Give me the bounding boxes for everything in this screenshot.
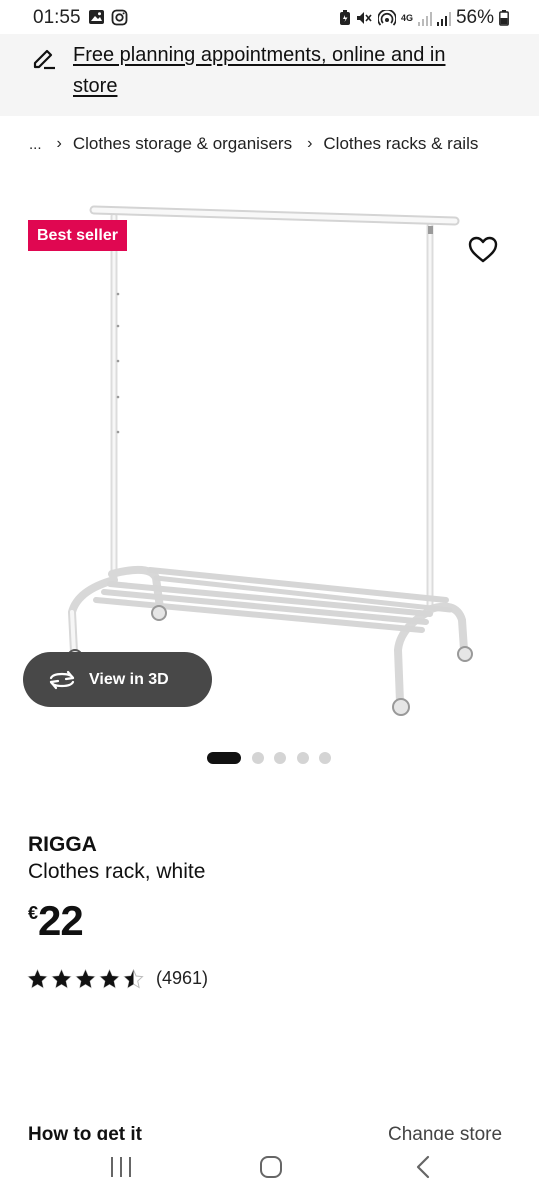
breadcrumb-ellipsis[interactable]: ... bbox=[29, 136, 42, 153]
delivery-section-header: How to get it Change store bbox=[0, 1124, 539, 1140]
star-icon bbox=[27, 968, 48, 989]
star-icon bbox=[51, 968, 72, 989]
heart-icon[interactable] bbox=[466, 233, 500, 265]
star-icon bbox=[75, 968, 96, 989]
rating[interactable]: (4961) bbox=[27, 968, 208, 989]
carousel-dots bbox=[0, 752, 539, 764]
home-icon[interactable] bbox=[259, 1154, 283, 1180]
price-value: 22 bbox=[38, 897, 84, 944]
battery-icon bbox=[499, 10, 509, 26]
breadcrumb-item-clothes-racks[interactable]: Clothes racks & rails bbox=[323, 134, 478, 154]
status-bar: 01:55 4G 56% bbox=[0, 0, 539, 34]
status-time: 01:55 bbox=[33, 7, 81, 28]
hotspot-icon bbox=[377, 10, 396, 26]
back-icon[interactable] bbox=[413, 1154, 433, 1180]
battery-percent: 56% bbox=[455, 7, 494, 28]
system-nav-bar bbox=[0, 1140, 539, 1200]
gallery-icon bbox=[89, 10, 104, 24]
promo-banner[interactable]: Free planning appointments, online and i… bbox=[0, 34, 539, 116]
view-3d-button[interactable]: View in 3D bbox=[23, 652, 212, 707]
best-seller-badge: Best seller bbox=[28, 220, 127, 251]
price-currency: € bbox=[28, 903, 39, 923]
signal-icon-2 bbox=[436, 11, 451, 26]
star-icon bbox=[99, 968, 120, 989]
how-to-get-it-heading: How to get it bbox=[28, 1124, 142, 1140]
product-name: RIGGA bbox=[28, 833, 97, 856]
change-store-link[interactable]: Change store bbox=[388, 1124, 502, 1140]
product-image[interactable] bbox=[0, 190, 539, 730]
review-count[interactable]: (4961) bbox=[156, 968, 208, 989]
product-page: 01:55 4G 56% Free planning appointments,… bbox=[0, 0, 539, 1200]
status-right-icons: 4G 56% bbox=[339, 7, 509, 29]
carousel-dot[interactable] bbox=[252, 752, 264, 764]
network-type: 4G bbox=[400, 12, 413, 23]
view-3d-label: View in 3D bbox=[89, 670, 169, 688]
star-rating bbox=[27, 968, 144, 989]
chevron-right-icon: › bbox=[307, 135, 313, 152]
pencil-icon bbox=[33, 49, 55, 70]
status-left-icons bbox=[88, 9, 128, 26]
promo-link[interactable]: Free planning appointments, online and i… bbox=[73, 40, 493, 102]
chevron-right-icon: › bbox=[56, 135, 62, 152]
product-price: € 22 bbox=[28, 897, 84, 945]
breadcrumb: ... › Clothes storage & organisers › Clo… bbox=[29, 134, 478, 154]
product-description: Clothes rack, white bbox=[28, 860, 206, 883]
star-icon bbox=[123, 968, 144, 989]
mute-icon bbox=[356, 12, 372, 24]
recent-apps-icon[interactable] bbox=[109, 1154, 133, 1180]
rotate-3d-icon bbox=[49, 670, 75, 689]
carousel-dot[interactable] bbox=[319, 752, 331, 764]
signal-icon bbox=[417, 11, 432, 26]
breadcrumb-item-clothes-storage[interactable]: Clothes storage & organisers bbox=[73, 134, 292, 154]
carousel-dot[interactable] bbox=[274, 752, 286, 764]
instagram-icon bbox=[111, 9, 128, 26]
battery-saver-icon bbox=[339, 10, 350, 25]
carousel-dot[interactable] bbox=[297, 752, 309, 764]
carousel-dot[interactable] bbox=[207, 752, 241, 764]
